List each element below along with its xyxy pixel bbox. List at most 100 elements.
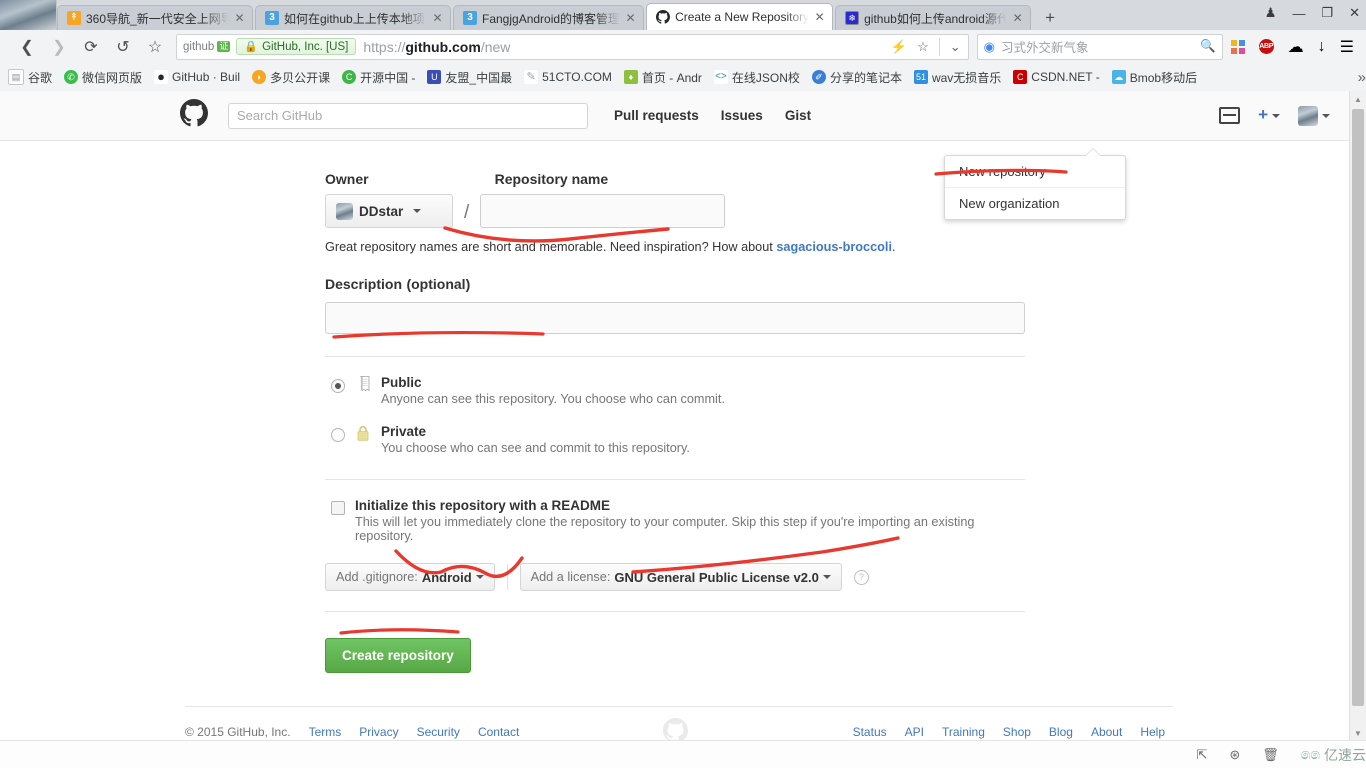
bookmark-star-icon[interactable]: ☆ <box>917 39 929 55</box>
browser-tab-4-active[interactable]: Create a New Repository ✕ <box>646 3 834 30</box>
github-icon: ● <box>154 70 169 84</box>
lightning-icon[interactable]: ⚡ <box>891 39 907 55</box>
browser-tab-1[interactable]: 360导航_新一代安全上网导航 ✕ <box>57 5 253 30</box>
reload-icon[interactable]: ⟳ <box>76 34 106 60</box>
owner-select-button[interactable]: DDstar <box>325 194 453 228</box>
page-scrollbar[interactable]: ▲ ▼ <box>1349 91 1366 741</box>
site-chip: github 证 <box>181 41 236 53</box>
browser-tab-3[interactable]: FangjgAndroid的博客管理 ✕ <box>453 5 645 30</box>
create-repository-button[interactable]: Create repository <box>325 638 471 673</box>
menu-item-new-organization[interactable]: New organization <box>945 188 1125 219</box>
menu-item-new-repository[interactable]: New repository <box>945 156 1125 188</box>
radio-private[interactable] <box>331 428 345 442</box>
create-new-menu-button[interactable]: + <box>1258 106 1280 125</box>
repository-name-label: Repository name <box>494 171 609 187</box>
footer-link-training[interactable]: Training <box>942 725 985 739</box>
visibility-option-private[interactable]: Private You choose who can see and commi… <box>325 424 1025 455</box>
bookmark-item[interactable]: ● GitHub · Buil <box>154 70 240 84</box>
checkbox-readme[interactable] <box>331 501 345 515</box>
bookmark-item[interactable]: <> 在线JSON校 <box>713 69 800 86</box>
bookmark-item[interactable]: ✆ 微信网页版 <box>64 69 142 86</box>
repository-name-input[interactable] <box>480 194 726 228</box>
gitignore-select-button[interactable]: Add .gitignore: Android <box>325 563 495 591</box>
bookmark-item[interactable]: ◗ 多贝公开课 <box>252 69 330 86</box>
bookmark-item[interactable]: ▤ 谷歌 <box>8 69 52 86</box>
forward-arrow-icon[interactable]: ❯ <box>44 34 74 60</box>
close-icon[interactable]: ✕ <box>233 12 246 24</box>
bookmark-item[interactable]: ✎ 51CTO.COM <box>524 70 612 84</box>
footer-link-status[interactable]: Status <box>853 725 887 739</box>
question-mark-icon[interactable]: ? <box>853 569 869 585</box>
footer-link-security[interactable]: Security <box>417 725 460 739</box>
inbox-icon[interactable] <box>1219 107 1241 124</box>
trash-icon[interactable]: 🗑 <box>1262 747 1279 763</box>
visibility-option-public[interactable]: Public Anyone can see this repository. Y… <box>325 375 1025 406</box>
radio-public[interactable] <box>331 379 345 393</box>
nav-gist[interactable]: Gist <box>785 108 811 123</box>
cloud-icon[interactable]: ☁ <box>1288 37 1304 57</box>
initialize-readme-option[interactable]: Initialize this repository with a README… <box>325 498 1025 543</box>
bookmark-item[interactable]: C 开源中国 - <box>342 69 415 86</box>
cursor-icon[interactable]: ⇱ <box>1196 747 1207 763</box>
download-icon[interactable]: ↓ <box>1318 38 1326 56</box>
footer-link-blog[interactable]: Blog <box>1049 725 1073 739</box>
back-arrow-icon[interactable]: ❮ <box>12 34 42 60</box>
divider <box>325 479 1025 480</box>
footer-link-privacy[interactable]: Privacy <box>359 725 398 739</box>
new-tab-button[interactable]: + <box>1037 9 1063 26</box>
shield-icon[interactable]: ⊛ <box>1229 747 1240 763</box>
github-mark-icon[interactable] <box>180 99 208 132</box>
browser-profile-thumbnail[interactable] <box>0 0 57 30</box>
minimize-icon[interactable]: — <box>1292 6 1305 21</box>
close-icon[interactable]: ✕ <box>813 11 826 23</box>
bookmark-item[interactable]: 51 wav无损音乐 <box>913 69 1001 86</box>
adblock-plus-icon[interactable]: ABP <box>1258 39 1274 54</box>
nav-pull-requests[interactable]: Pull requests <box>614 108 699 123</box>
pin-icon[interactable]: ♟ <box>1265 5 1277 21</box>
bookmark-item[interactable]: ♦ 首页 - Andr <box>623 69 702 86</box>
copyright: © 2015 GitHub, Inc. <box>185 725 291 739</box>
bookmark-item[interactable]: C CSDN.NET - <box>1013 70 1100 84</box>
history-icon[interactable]: ↺ <box>108 34 138 60</box>
chevron-down-icon[interactable]: ⌄ <box>950 39 961 55</box>
scroll-up-arrow-icon[interactable]: ▲ <box>1350 91 1366 107</box>
license-select-button[interactable]: Add a license: GNU General Public Licens… <box>519 563 842 591</box>
watermark-label: 亿速云 <box>1324 746 1366 763</box>
browser-tab-2[interactable]: 如何在github上上传本地项目 ✕ <box>255 5 451 30</box>
close-icon[interactable]: ✕ <box>624 12 637 24</box>
footer-link-shop[interactable]: Shop <box>1003 725 1031 739</box>
nav-issues[interactable]: Issues <box>721 108 763 123</box>
scrollbar-thumb[interactable] <box>1352 109 1364 706</box>
chevron-down-icon <box>1272 113 1280 118</box>
scroll-down-arrow-icon[interactable]: ▼ <box>1350 725 1366 741</box>
footer-left-links: © 2015 GitHub, Inc. Terms Privacy Securi… <box>185 725 519 739</box>
bookmark-item[interactable]: ☁ Bmob移动后 <box>1111 69 1197 86</box>
search-icon[interactable]: 🔍 <box>1200 39 1216 54</box>
footer-link-contact[interactable]: Contact <box>478 725 519 739</box>
close-window-icon[interactable]: ✕ <box>1349 5 1360 21</box>
close-icon[interactable]: ✕ <box>1011 12 1024 24</box>
github-search-input[interactable]: Search GitHub <box>228 102 588 129</box>
maximize-icon[interactable]: ❐ <box>1321 5 1333 21</box>
divider <box>938 37 940 56</box>
address-bar[interactable]: github 证 🔒 GitHub, Inc. [US] https://git… <box>176 33 969 60</box>
bookmarks-overflow-button[interactable]: » <box>1358 69 1366 86</box>
menu-icon[interactable]: ☰ <box>1340 37 1354 57</box>
security-badge[interactable]: 🔒 GitHub, Inc. [US] <box>236 38 357 55</box>
browser-tab-5[interactable]: github如何上传android源代码 ✕ <box>835 5 1032 30</box>
apps-grid-icon[interactable] <box>1230 39 1245 54</box>
star-icon[interactable]: ☆ <box>140 34 170 60</box>
profile-menu-button[interactable] <box>1298 105 1330 126</box>
bookmark-item[interactable]: U 友盟_中国最 <box>427 69 512 86</box>
footer-link-help[interactable]: Help <box>1140 725 1165 739</box>
suggested-name-link[interactable]: sagacious-broccoli <box>776 240 892 254</box>
bookmark-item[interactable]: ✐ 分享的笔记本 <box>811 69 902 86</box>
watermark-icon: ෧෧ <box>1300 746 1320 763</box>
lock-icon: 🔒 <box>244 41 259 53</box>
footer-link-terms[interactable]: Terms <box>309 725 342 739</box>
search-input[interactable]: ◉ 习式外交新气象 🔍 <box>976 33 1223 60</box>
footer-link-about[interactable]: About <box>1091 725 1122 739</box>
footer-link-api[interactable]: API <box>905 725 924 739</box>
description-input[interactable] <box>325 302 1025 334</box>
close-icon[interactable]: ✕ <box>431 12 444 24</box>
